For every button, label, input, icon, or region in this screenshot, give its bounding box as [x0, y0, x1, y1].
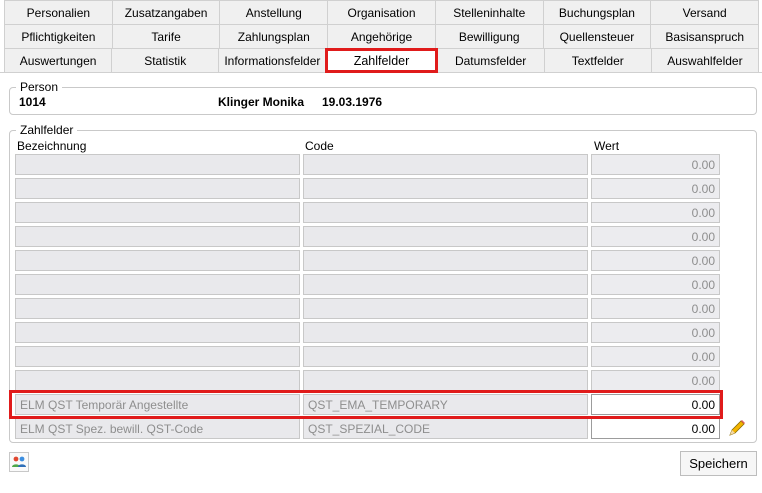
wert-input: 0.00: [591, 298, 720, 319]
save-button[interactable]: Speichern: [680, 451, 757, 476]
tab-zahlfelder[interactable]: Zahlfelder: [325, 48, 438, 73]
wert-input: 0.00: [591, 346, 720, 367]
tab-anstellung[interactable]: Anstellung: [219, 0, 329, 25]
tab-textfelder[interactable]: Textfelder: [543, 48, 652, 73]
tab-statistik[interactable]: Statistik: [111, 48, 220, 73]
wert-input: 0.00: [591, 370, 720, 391]
tab-versand[interactable]: Versand: [650, 0, 760, 25]
tab-informationsfelder[interactable]: Informationsfelder: [218, 48, 327, 73]
tab-tarife[interactable]: Tarife: [111, 24, 221, 49]
bezeichnung-cell: [15, 250, 300, 271]
tab-basisanspruch[interactable]: Basisanspruch: [650, 24, 760, 49]
wert-input: 0.00: [591, 274, 720, 295]
code-cell: [303, 226, 588, 247]
tab-buchungsplan[interactable]: Buchungsplan: [542, 0, 652, 25]
tab-row-1: Personalien Zusatzangaben Anstellung Org…: [4, 0, 760, 25]
tab-personalien[interactable]: Personalien: [4, 0, 113, 25]
column-header-bezeichnung: Bezeichnung: [17, 139, 87, 153]
tab-datumsfelder[interactable]: Datumsfelder: [436, 48, 545, 73]
bezeichnung-cell: ELM QST Spez. bewill. QST-Code: [15, 418, 300, 439]
bezeichnung-cell: [15, 202, 300, 223]
code-cell: [303, 274, 588, 295]
code-cell: QST_EMA_TEMPORARY: [303, 394, 588, 415]
code-cell: QST_SPEZIAL_CODE: [303, 418, 588, 439]
wert-input[interactable]: 0.00: [591, 394, 720, 415]
wert-input: 0.00: [591, 202, 720, 223]
zahlfelder-legend: Zahlfelder: [20, 123, 74, 137]
person-birthdate: 19.03.1976: [322, 95, 383, 109]
bezeichnung-cell: [15, 322, 300, 343]
tab-bewilligung[interactable]: Bewilligung: [434, 24, 544, 49]
tab-zusatzangaben[interactable]: Zusatzangaben: [111, 0, 221, 25]
tab-row-3: Auswertungen Statistik Informationsfelde…: [4, 48, 759, 73]
column-header-code: Code: [305, 139, 334, 153]
tab-zahlungsplan[interactable]: Zahlungsplan: [219, 24, 329, 49]
code-cell: [303, 322, 588, 343]
users-icon: [12, 456, 26, 467]
bezeichnung-cell: [15, 178, 300, 199]
person-legend: Person: [20, 80, 59, 94]
bezeichnung-cell: [15, 274, 300, 295]
tab-angehoerige[interactable]: Angehörige: [327, 24, 436, 49]
tab-auswertungen[interactable]: Auswertungen: [4, 48, 113, 73]
code-cell: [303, 370, 588, 391]
tab-organisation[interactable]: Organisation: [327, 0, 436, 25]
bezeichnung-cell: [15, 154, 300, 175]
bezeichnung-cell: ELM QST Temporär Angestellte: [15, 394, 300, 415]
pencil-icon: [729, 420, 745, 436]
code-cell: [303, 298, 588, 319]
code-cell: [303, 202, 588, 223]
code-cell: [303, 346, 588, 367]
wert-input: 0.00: [591, 154, 720, 175]
wert-input: 0.00: [591, 178, 720, 199]
wert-input[interactable]: 0.00: [591, 418, 720, 439]
wert-input: 0.00: [591, 322, 720, 343]
bezeichnung-cell: [15, 298, 300, 319]
person-name: Klinger Monika: [218, 95, 305, 109]
edit-button[interactable]: [725, 417, 749, 439]
code-cell: [303, 250, 588, 271]
users-button[interactable]: [9, 452, 29, 472]
tab-pflichtigkeiten[interactable]: Pflichtigkeiten: [4, 24, 113, 49]
person-group: Person: [9, 80, 757, 115]
code-cell: [303, 154, 588, 175]
wert-input: 0.00: [591, 226, 720, 247]
tab-quellensteuer[interactable]: Quellensteuer: [542, 24, 652, 49]
tab-stelleninhalte[interactable]: Stelleninhalte: [434, 0, 544, 25]
tab-auswahlfelder[interactable]: Auswahlfelder: [650, 48, 759, 73]
wert-input: 0.00: [591, 250, 720, 271]
bezeichnung-cell: [15, 226, 300, 247]
code-cell: [303, 178, 588, 199]
person-number: 1014: [19, 95, 46, 109]
bezeichnung-cell: [15, 370, 300, 391]
tab-strip: Personalien Zusatzangaben Anstellung Org…: [4, 0, 760, 73]
tab-row-2: Pflichtigkeiten Tarife Zahlungsplan Ange…: [4, 24, 760, 49]
column-header-wert: Wert: [594, 139, 620, 153]
bezeichnung-cell: [15, 346, 300, 367]
